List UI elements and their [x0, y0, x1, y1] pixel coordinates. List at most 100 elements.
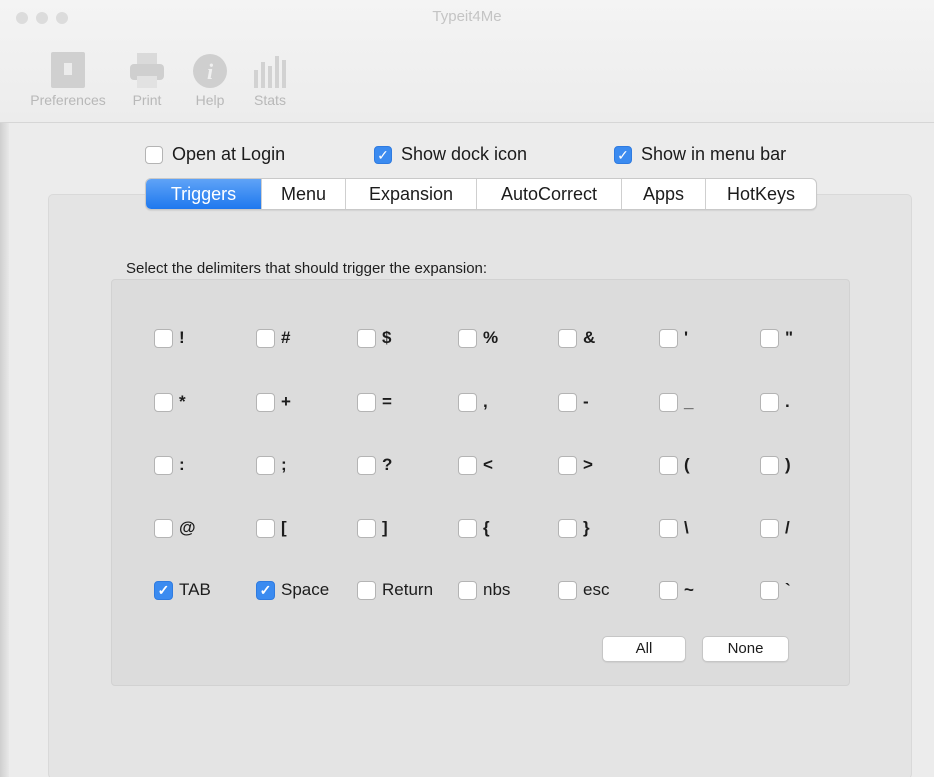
delimiter-checkbox[interactable]: @ [154, 518, 196, 538]
delimiter-checkbox[interactable]: ; [256, 455, 287, 475]
delimiter-label: + [281, 392, 291, 411]
delimiter-checkbox[interactable]: + [256, 392, 291, 412]
delimiter-checkbox[interactable]: ~ [659, 580, 694, 600]
checkbox-box[interactable]: ✓ [256, 580, 275, 600]
checkbox-box[interactable] [357, 328, 376, 348]
select-all-button[interactable]: All [602, 636, 686, 662]
delimiter-label: ; [281, 455, 287, 474]
triggers-instruction: Select the delimiters that should trigge… [126, 260, 488, 277]
toolbar-help-label: Help [195, 92, 225, 108]
toolbar-stats[interactable]: Stats [248, 46, 292, 108]
delimiter-checkbox[interactable]: Return [357, 580, 433, 600]
show-in-menu-bar-checkbox[interactable]: ✓ Show in menu bar [614, 144, 786, 165]
checkbox-box[interactable]: ✓ [154, 580, 173, 600]
delimiter-checkbox[interactable]: - [558, 392, 589, 412]
delimiter-checkbox[interactable]: $ [357, 328, 391, 348]
tab-hotkeys[interactable]: HotKeys [705, 179, 816, 209]
delimiter-checkbox[interactable]: \ [659, 518, 689, 538]
delimiter-checkbox[interactable]: , [458, 392, 488, 412]
checkbox-box[interactable] [558, 392, 577, 412]
checkbox-box[interactable] [458, 580, 477, 600]
delimiter-label: { [483, 518, 490, 537]
delimiter-checkbox[interactable]: / [760, 518, 790, 538]
show-dock-icon-checkbox[interactable]: ✓ Show dock icon [374, 144, 527, 165]
checkbox-box[interactable] [760, 455, 779, 475]
checkbox-box[interactable] [558, 518, 577, 538]
tab-apps[interactable]: Apps [621, 179, 705, 209]
checkbox-box[interactable] [154, 455, 173, 475]
delimiter-label: } [583, 518, 590, 537]
delimiter-checkbox[interactable]: _ [659, 392, 693, 412]
delimiter-checkbox[interactable]: ' [659, 328, 688, 348]
delimiter-checkbox[interactable]: & [558, 328, 595, 348]
delimiter-checkbox[interactable]: % [458, 328, 498, 348]
toolbar-help[interactable]: i Help [188, 46, 232, 108]
checkbox-box[interactable] [659, 518, 678, 538]
delimiter-checkbox[interactable]: " [760, 328, 793, 348]
checkbox-box[interactable] [458, 392, 477, 412]
checkbox-box[interactable] [256, 455, 275, 475]
tab-autocorrect[interactable]: AutoCorrect [476, 179, 621, 209]
checkbox-box[interactable] [760, 392, 779, 412]
delimiter-checkbox[interactable]: [ [256, 518, 287, 538]
delimiter-checkbox[interactable]: ✓ Space [256, 580, 329, 600]
delimiter-label: # [281, 328, 291, 347]
checkbox-box[interactable] [256, 518, 275, 538]
delimiter-checkbox[interactable]: nbs [458, 580, 510, 600]
checkbox-box[interactable] [145, 145, 163, 164]
delimiter-checkbox[interactable]: ( [659, 455, 690, 475]
delimiter-checkbox[interactable]: ! [154, 328, 185, 348]
delimiter-checkbox[interactable]: { [458, 518, 490, 538]
delimiter-checkbox[interactable]: } [558, 518, 590, 538]
open-at-login-checkbox[interactable]: Open at Login [145, 144, 285, 165]
checkbox-box[interactable] [760, 518, 779, 538]
toolbar-preferences[interactable]: Preferences [18, 46, 118, 108]
checkbox-box[interactable] [458, 518, 477, 538]
delimiter-checkbox[interactable]: = [357, 392, 392, 412]
tab-triggers[interactable]: Triggers [146, 179, 261, 209]
checkbox-box[interactable] [357, 455, 376, 475]
delimiter-checkbox[interactable]: esc [558, 580, 609, 600]
delimiter-checkbox[interactable]: # [256, 328, 290, 348]
checkbox-box[interactable] [357, 518, 376, 538]
checkbox-box[interactable] [256, 328, 275, 348]
checkbox-box[interactable]: ✓ [614, 145, 632, 164]
checkbox-box[interactable]: ✓ [374, 145, 392, 164]
delimiter-checkbox[interactable]: ` [760, 580, 791, 600]
checkbox-box[interactable] [154, 392, 173, 412]
delimiter-checkbox[interactable]: < [458, 455, 493, 475]
checkbox-box[interactable] [154, 328, 173, 348]
checkbox-box[interactable] [154, 518, 173, 538]
preferences-icon [18, 46, 118, 90]
delimiter-checkbox[interactable]: * [154, 392, 186, 412]
delimiter-checkbox[interactable]: ] [357, 518, 388, 538]
delimiter-checkbox[interactable]: > [558, 455, 593, 475]
checkbox-box[interactable] [458, 328, 477, 348]
checkbox-box[interactable] [659, 328, 678, 348]
delimiter-checkbox[interactable]: ? [357, 455, 392, 475]
checkbox-box[interactable] [760, 580, 779, 600]
delimiter-label: _ [684, 392, 694, 411]
delimiter-label: , [483, 392, 488, 411]
checkbox-box[interactable] [558, 455, 577, 475]
checkbox-box[interactable] [558, 328, 577, 348]
preferences-window: Typeit4Me Preferences Print i Help Stats [0, 0, 934, 777]
checkbox-box[interactable] [357, 392, 376, 412]
tab-menu[interactable]: Menu [261, 179, 345, 209]
delimiter-checkbox[interactable]: . [760, 392, 790, 412]
delimiter-label: - [583, 392, 589, 411]
checkbox-box[interactable] [458, 455, 477, 475]
select-none-button[interactable]: None [702, 636, 789, 662]
toolbar-print[interactable]: Print [122, 46, 172, 108]
checkbox-box[interactable] [357, 580, 376, 600]
checkbox-box[interactable] [256, 392, 275, 412]
delimiter-checkbox[interactable]: : [154, 455, 185, 475]
tab-expansion[interactable]: Expansion [345, 179, 476, 209]
checkbox-box[interactable] [558, 580, 577, 600]
checkbox-box[interactable] [659, 392, 678, 412]
delimiter-checkbox[interactable]: ) [760, 455, 791, 475]
checkbox-box[interactable] [659, 580, 678, 600]
checkbox-box[interactable] [659, 455, 678, 475]
checkbox-box[interactable] [760, 328, 779, 348]
delimiter-checkbox[interactable]: ✓ TAB [154, 580, 211, 600]
